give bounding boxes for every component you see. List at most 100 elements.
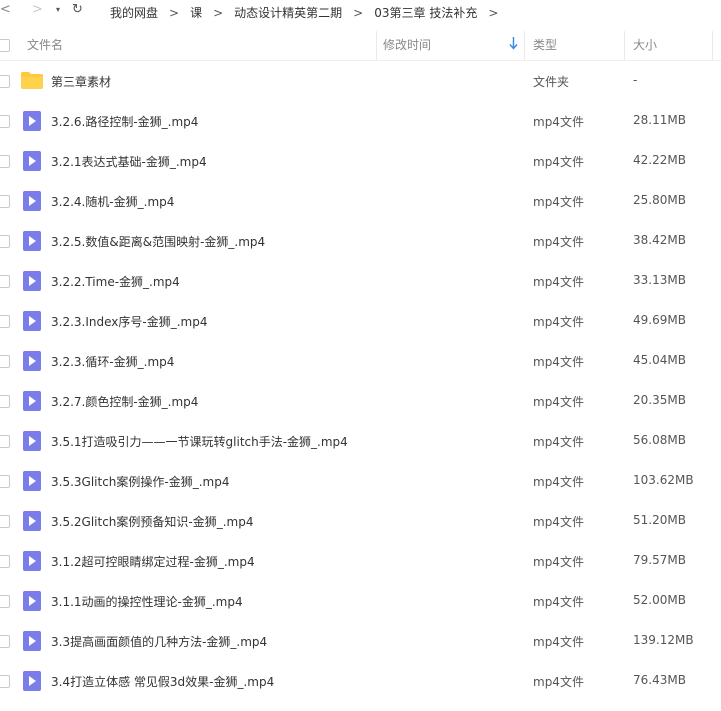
file-size: 38.42MB	[633, 233, 686, 247]
row-checkbox[interactable]	[0, 115, 10, 128]
file-name[interactable]: 3.1.1动画的操控性理论-金狮_.mp4	[51, 593, 243, 610]
file-name[interactable]: 3.2.2.Time-金狮_.mp4	[51, 273, 180, 290]
file-type: mp4文件	[533, 395, 584, 409]
file-size: 49.69MB	[633, 313, 686, 327]
file-type: mp4文件	[533, 515, 584, 529]
file-row[interactable]: 3.2.4.随机-金狮_.mp4 mp4文件 25.80MB	[0, 181, 721, 221]
video-icon	[23, 231, 41, 251]
file-name[interactable]: 3.5.3Glitch案例操作-金狮_.mp4	[51, 473, 230, 490]
file-size: 51.20MB	[633, 513, 686, 527]
row-checkbox[interactable]	[0, 235, 10, 248]
file-row[interactable]: 3.2.3.循环-金狮_.mp4 mp4文件 45.04MB	[0, 341, 721, 381]
column-divider[interactable]	[376, 31, 377, 60]
row-checkbox[interactable]	[0, 675, 10, 688]
file-row[interactable]: 3.1.1动画的操控性理论-金狮_.mp4 mp4文件 52.00MB	[0, 581, 721, 621]
file-size: 45.04MB	[633, 353, 686, 367]
row-checkbox[interactable]	[0, 555, 10, 568]
file-size: 25.80MB	[633, 193, 686, 207]
row-checkbox[interactable]	[0, 355, 10, 368]
video-icon	[23, 351, 41, 371]
video-icon	[23, 551, 41, 571]
file-size: 42.22MB	[633, 153, 686, 167]
file-name[interactable]: 3.3提高画面颜值的几种方法-金狮_.mp4	[51, 633, 267, 650]
column-header-modified[interactable]: 修改时间	[383, 31, 431, 60]
row-checkbox[interactable]	[0, 275, 10, 288]
file-size: -	[633, 73, 638, 87]
file-name[interactable]: 3.5.2Glitch案例预备知识-金狮_.mp4	[51, 513, 254, 530]
refresh-icon[interactable]: ↻	[72, 2, 83, 17]
file-row[interactable]: 3.2.6.路径控制-金狮_.mp4 mp4文件 28.11MB	[0, 101, 721, 141]
file-name[interactable]: 3.2.6.路径控制-金狮_.mp4	[51, 113, 198, 130]
column-divider[interactable]	[712, 31, 713, 60]
breadcrumb-item-program[interactable]: 动态设计精英第二期	[234, 4, 342, 21]
arrow-down-icon[interactable]	[509, 37, 518, 53]
breadcrumb-separator: >	[488, 5, 499, 20]
row-checkbox[interactable]	[0, 75, 10, 88]
file-name[interactable]: 3.2.4.随机-金狮_.mp4	[51, 193, 174, 210]
video-icon	[23, 271, 41, 291]
file-row[interactable]: 3.5.2Glitch案例预备知识-金狮_.mp4 mp4文件 51.20MB	[0, 501, 721, 541]
file-name[interactable]: 3.5.1打造吸引力——一节课玩转glitch手法-金狮_.mp4	[51, 433, 348, 450]
video-icon	[23, 191, 41, 211]
select-all-checkbox[interactable]	[0, 39, 10, 52]
file-row[interactable]: 3.2.3.Index序号-金狮_.mp4 mp4文件 49.69MB	[0, 301, 721, 341]
file-row[interactable]: 3.4打造立体感 常见假3d效果-金狮_.mp4 mp4文件 76.43MB	[0, 661, 721, 701]
column-header-size[interactable]: 大小	[633, 31, 657, 60]
video-icon	[23, 591, 41, 611]
row-checkbox[interactable]	[0, 475, 10, 488]
folder-row[interactable]: 第三章素材 文件夹 -	[0, 61, 721, 101]
file-name[interactable]: 第三章素材	[51, 73, 111, 90]
breadcrumb-item-root[interactable]: 我的网盘	[110, 4, 158, 21]
file-name[interactable]: 3.2.5.数值&距离&范围映射-金狮_.mp4	[51, 233, 265, 250]
row-checkbox[interactable]	[0, 155, 10, 168]
video-icon	[23, 111, 41, 131]
video-icon	[23, 311, 41, 331]
file-row[interactable]: 3.5.1打造吸引力——一节课玩转glitch手法-金狮_.mp4 mp4文件 …	[0, 421, 721, 461]
file-name[interactable]: 3.2.1表达式基础-金狮_.mp4	[51, 153, 207, 170]
row-checkbox[interactable]	[0, 635, 10, 648]
forward-icon[interactable]: >	[32, 2, 43, 17]
file-row[interactable]: 3.2.2.Time-金狮_.mp4 mp4文件 33.13MB	[0, 261, 721, 301]
file-row[interactable]: 3.1.2超可控眼睛绑定过程-金狮_.mp4 mp4文件 79.57MB	[0, 541, 721, 581]
file-type: 文件夹	[533, 75, 570, 89]
row-checkbox[interactable]	[0, 515, 10, 528]
row-checkbox[interactable]	[0, 315, 10, 328]
file-row[interactable]: 3.5.3Glitch案例操作-金狮_.mp4 mp4文件 103.62MB	[0, 461, 721, 501]
file-type: mp4文件	[533, 155, 584, 169]
video-icon	[23, 631, 41, 651]
file-name[interactable]: 3.2.3.循环-金狮_.mp4	[51, 353, 174, 370]
file-size: 139.12MB	[633, 633, 694, 647]
file-row[interactable]: 3.2.7.颜色控制-金狮_.mp4 mp4文件 20.35MB	[0, 381, 721, 421]
back-icon[interactable]: <	[0, 2, 11, 17]
folder-icon	[21, 72, 43, 89]
column-header-type[interactable]: 类型	[533, 31, 557, 60]
row-checkbox[interactable]	[0, 595, 10, 608]
row-checkbox[interactable]	[0, 395, 10, 408]
file-type: mp4文件	[533, 635, 584, 649]
breadcrumb-separator: >	[169, 5, 180, 20]
video-icon	[23, 471, 41, 491]
file-row[interactable]: 3.2.1表达式基础-金狮_.mp4 mp4文件 42.22MB	[0, 141, 721, 181]
file-size: 52.00MB	[633, 593, 686, 607]
file-type: mp4文件	[533, 555, 584, 569]
file-name[interactable]: 3.4打造立体感 常见假3d效果-金狮_.mp4	[51, 673, 274, 690]
breadcrumb-item-course[interactable]: 课	[190, 4, 202, 21]
breadcrumb-item-current[interactable]: 03第三章 技法补充	[374, 4, 477, 21]
file-row[interactable]: 3.3提高画面颜值的几种方法-金狮_.mp4 mp4文件 139.12MB	[0, 621, 721, 661]
column-header-name[interactable]: 文件名	[27, 31, 63, 60]
video-icon	[23, 151, 41, 171]
file-size: 33.13MB	[633, 273, 686, 287]
column-divider[interactable]	[524, 31, 525, 60]
row-checkbox[interactable]	[0, 435, 10, 448]
history-dropdown-icon[interactable]: ▾	[56, 5, 60, 14]
file-size: 103.62MB	[633, 473, 694, 487]
file-row[interactable]: 3.2.5.数值&距离&范围映射-金狮_.mp4 mp4文件 38.42MB	[0, 221, 721, 261]
row-checkbox[interactable]	[0, 195, 10, 208]
file-name[interactable]: 3.1.2超可控眼睛绑定过程-金狮_.mp4	[51, 553, 255, 570]
file-name[interactable]: 3.2.3.Index序号-金狮_.mp4	[51, 313, 207, 330]
file-type: mp4文件	[533, 355, 584, 369]
column-divider[interactable]	[624, 31, 625, 60]
video-icon	[23, 671, 41, 691]
file-name[interactable]: 3.2.7.颜色控制-金狮_.mp4	[51, 393, 198, 410]
file-type: mp4文件	[533, 115, 584, 129]
